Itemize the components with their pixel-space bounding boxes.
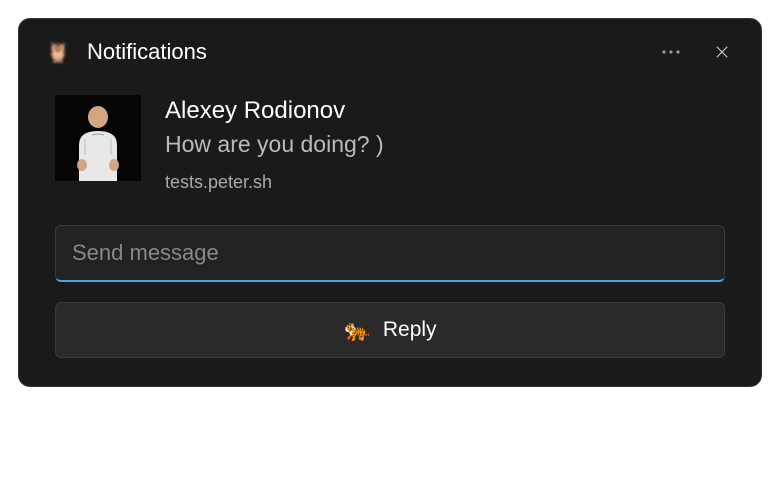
avatar-image xyxy=(55,95,141,181)
sender-name: Alexey Rodionov xyxy=(165,95,735,126)
notification-content: Alexey Rodionov How are you doing? ) tes… xyxy=(19,77,761,217)
more-options-button[interactable] xyxy=(653,45,689,59)
message-input[interactable] xyxy=(55,225,725,282)
app-icon: 🦉 xyxy=(45,39,71,65)
notification-header: 🦉 Notifications xyxy=(19,19,761,77)
message-text: How are you doing? ) xyxy=(165,128,735,160)
source-url: tests.peter.sh xyxy=(165,172,735,193)
header-actions xyxy=(653,39,735,65)
input-area xyxy=(19,217,761,290)
reply-button[interactable]: 🐅 Reply xyxy=(55,302,725,358)
message-content: Alexey Rodionov How are you doing? ) tes… xyxy=(165,95,735,193)
notification-card: 🦉 Notifications xyxy=(18,18,762,387)
avatar xyxy=(55,95,141,181)
button-area: 🐅 Reply xyxy=(19,290,761,358)
ellipsis-icon xyxy=(661,49,681,55)
close-button[interactable] xyxy=(709,39,735,65)
reply-button-label: Reply xyxy=(383,318,437,342)
close-icon xyxy=(713,43,731,61)
reply-icon: 🐅 xyxy=(343,317,370,343)
app-title: Notifications xyxy=(87,39,653,65)
